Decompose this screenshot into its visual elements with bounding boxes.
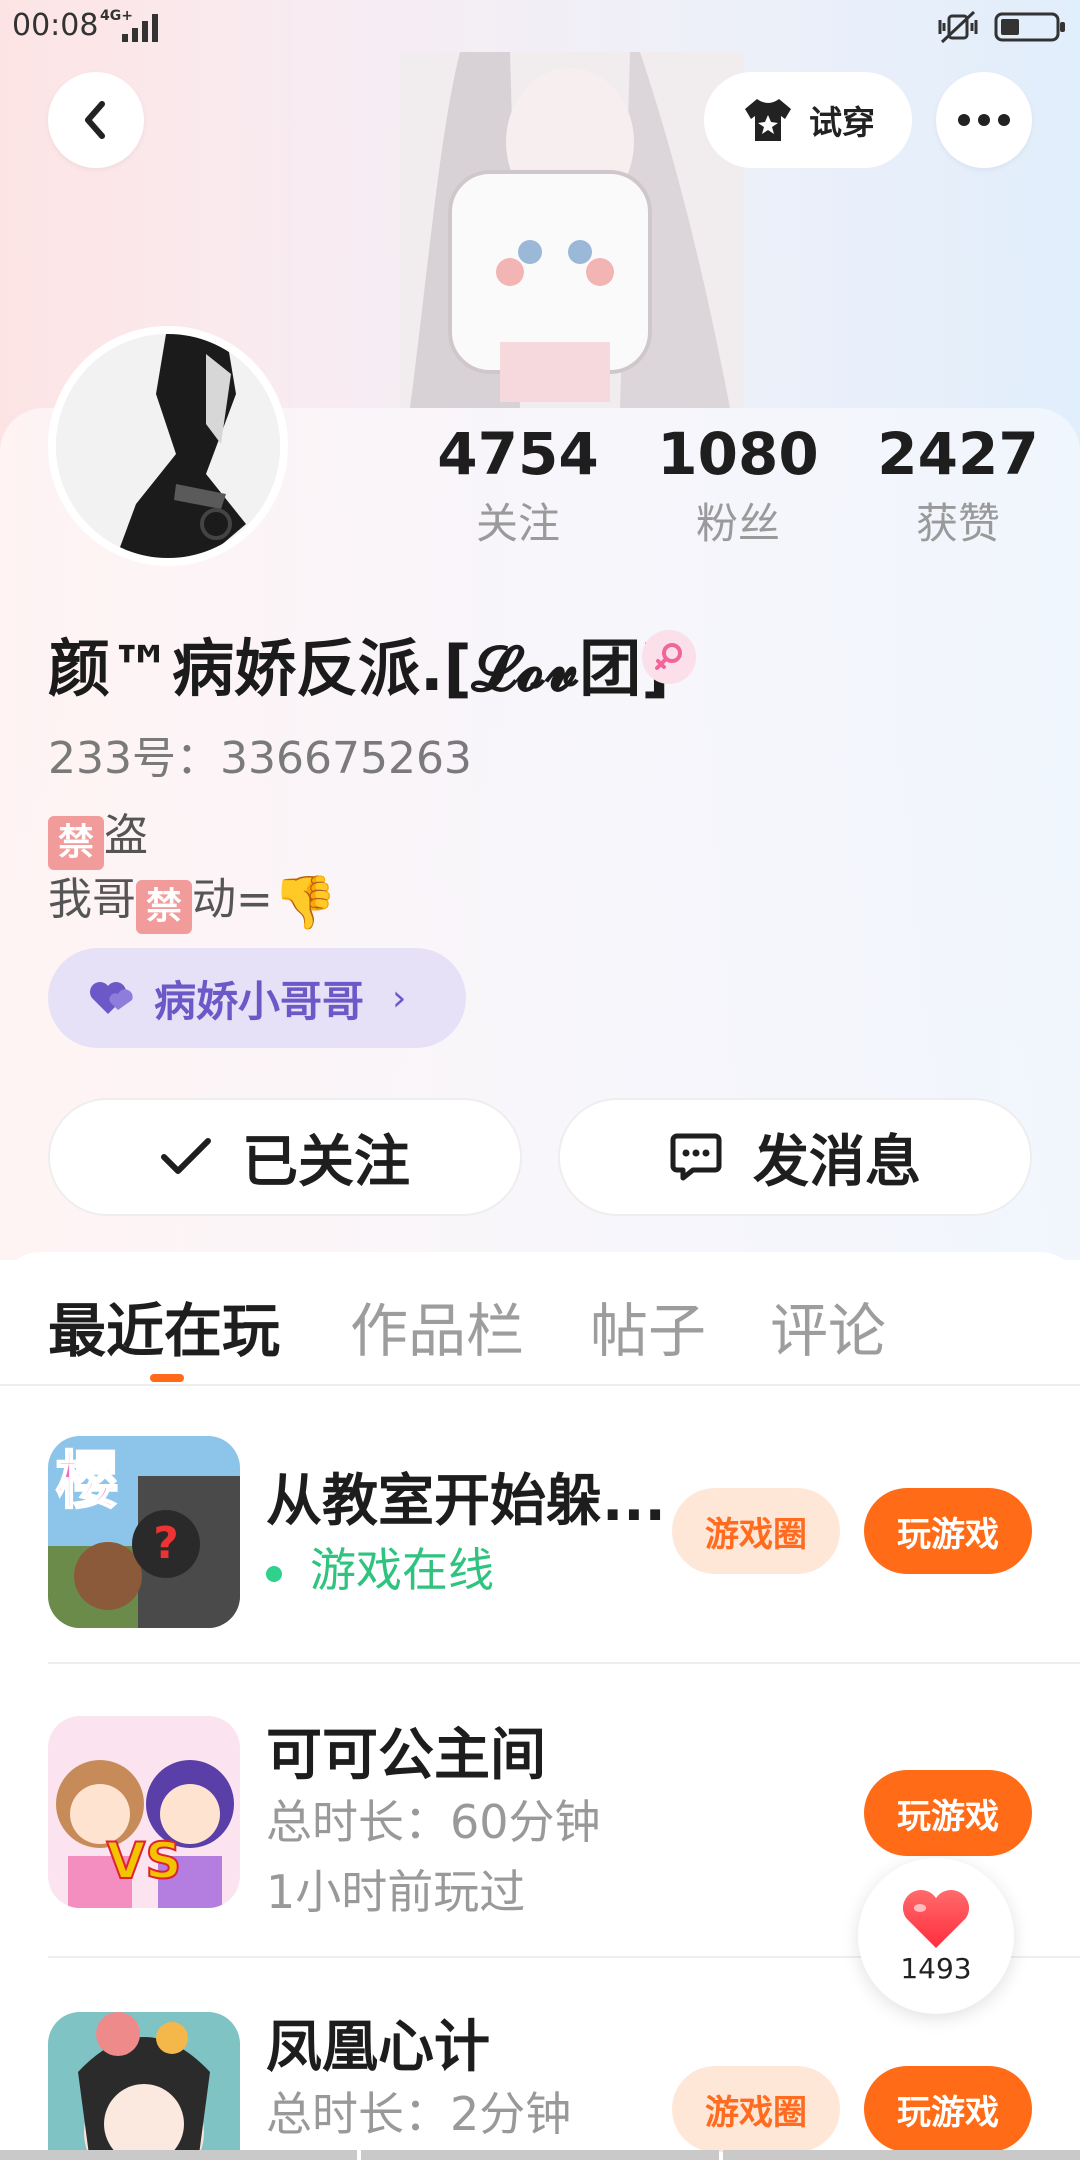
fans-label: 粉丝 xyxy=(695,499,780,548)
tshirt-icon xyxy=(745,99,791,141)
game-circle-button[interactable]: 游戏圈 xyxy=(672,2066,840,2152)
bio-line-1: 禁盗 xyxy=(48,806,338,870)
try-on-button[interactable]: 试穿 xyxy=(704,72,912,168)
game-icon: VS xyxy=(48,1716,240,1908)
bio-line-1-text: 盗 xyxy=(104,810,148,861)
following-count: 4754 xyxy=(437,420,599,488)
like-button[interactable]: 1493 xyxy=(858,1858,1014,2014)
play-game-button[interactable]: 玩游戏 xyxy=(864,1488,1032,1574)
female-gender-icon xyxy=(642,630,696,684)
chevron-right-icon: › xyxy=(392,977,407,1019)
battery-icon xyxy=(994,12,1065,42)
more-dots-icon xyxy=(958,114,1010,126)
row-divider xyxy=(48,1662,1080,1664)
bio-line-2-prefix: 我哥 xyxy=(48,874,136,925)
tab-posts[interactable]: 帖子 xyxy=(590,1284,706,1368)
heart-icon xyxy=(902,1889,970,1948)
avatar[interactable] xyxy=(48,326,288,566)
game-online-status: 游戏在线 xyxy=(266,1534,494,1600)
tag-label: 病娇小哥哥 xyxy=(154,976,365,1026)
likes-label: 获赞 xyxy=(915,499,1000,548)
send-message-button[interactable]: 发消息 xyxy=(558,1098,1032,1216)
game-icon xyxy=(48,2012,240,2160)
game-last-played: 1小时前玩过 xyxy=(266,1865,526,1919)
thumbs-down-emoji: 👎 xyxy=(272,873,338,933)
tabs-divider xyxy=(0,1384,1080,1386)
following-label: 关注 xyxy=(475,499,560,548)
chevron-left-icon xyxy=(85,101,105,139)
play-game-button[interactable]: 玩游戏 xyxy=(864,2066,1032,2152)
svg-text:VS: VS xyxy=(107,1832,182,1890)
fans-count: 1080 xyxy=(657,420,819,488)
game-circle-button[interactable]: 游戏圈 xyxy=(672,1488,840,1574)
bio-line-2-suffix: 动= xyxy=(192,874,273,925)
back-button[interactable] xyxy=(48,72,144,168)
signal-icon xyxy=(122,14,158,42)
send-message-label: 发消息 xyxy=(753,1129,921,1195)
user-id: 233号：336675263 xyxy=(48,733,472,784)
svg-text:?: ? xyxy=(153,1518,179,1569)
more-button[interactable] xyxy=(936,72,1032,168)
likes-count: 2427 xyxy=(877,420,1039,488)
ban-emoji: 禁 xyxy=(48,816,104,870)
followed-button[interactable]: 已关注 xyxy=(48,1098,522,1216)
try-on-label: 试穿 xyxy=(809,103,875,142)
banner-image xyxy=(400,52,744,408)
online-status-text: 游戏在线 xyxy=(310,1543,494,1597)
ban-emoji: 禁 xyxy=(136,880,192,934)
relationship-tag-chip[interactable]: 病娇小哥哥 › xyxy=(48,948,466,1048)
bio-line-2: 我哥禁动=👎 xyxy=(48,870,338,934)
game-title: 可可公主间 xyxy=(266,1723,546,1788)
active-tab-indicator xyxy=(150,1374,184,1382)
double-heart-icon xyxy=(90,982,133,1014)
checkmark-icon xyxy=(161,1138,211,1174)
bio: 禁盗 我哥禁动=👎 xyxy=(48,806,338,934)
like-count: 1493 xyxy=(900,1951,972,1985)
followed-label: 已关注 xyxy=(242,1129,410,1195)
stat-following[interactable]: 4754 关注 xyxy=(418,418,618,554)
nickname: 颜™病娇反派.[𝓛𝓸𝓿团] xyxy=(48,632,670,705)
stat-fans[interactable]: 1080 粉丝 xyxy=(638,418,838,554)
chat-bubble-icon xyxy=(670,1133,722,1181)
game-total-duration: 总时长：60分钟 xyxy=(266,1795,601,1849)
tab-works[interactable]: 作品栏 xyxy=(350,1284,524,1368)
status-time: 00:08 xyxy=(12,8,99,43)
game-icon: ? 樱 xyxy=(48,1436,240,1628)
play-game-button[interactable]: 玩游戏 xyxy=(864,1770,1032,1856)
vibrate-mute-icon xyxy=(938,10,978,44)
tab-comments[interactable]: 评论 xyxy=(770,1284,886,1368)
tab-recently-played[interactable]: 最近在玩 xyxy=(48,1284,280,1368)
game-list-item[interactable]: ? 樱 从教室开始躲... 游戏在线 游戏圈 玩游戏 xyxy=(0,1400,1080,1660)
game-total-duration: 总时长：2分钟 xyxy=(266,2087,572,2141)
bottom-indicator-bar xyxy=(0,2150,1080,2160)
game-title: 凤凰心计 xyxy=(266,2015,490,2080)
stat-likes[interactable]: 2427 获赞 xyxy=(858,418,1058,554)
status-bar: 00:08 4G+ xyxy=(0,0,1080,56)
game-title: 从教室开始躲... xyxy=(266,1469,666,1534)
svg-text:樱: 樱 xyxy=(56,1444,118,1517)
online-dot xyxy=(266,1565,282,1582)
